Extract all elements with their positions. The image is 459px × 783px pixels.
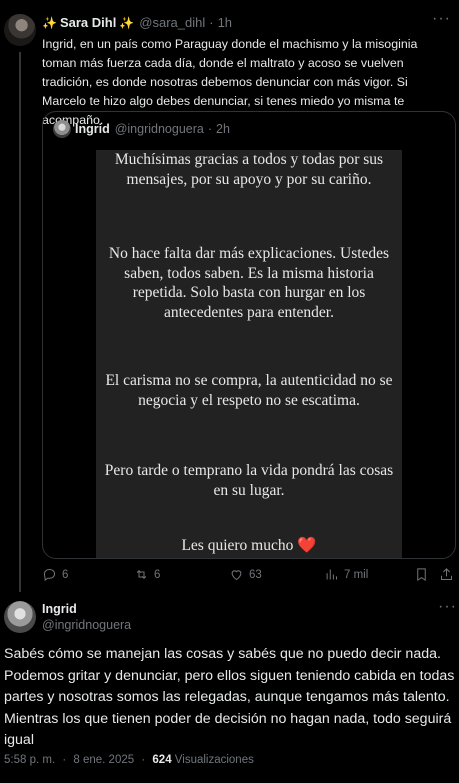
avatar[interactable] [4, 601, 36, 633]
share-button[interactable] [439, 567, 459, 582]
more-options-button[interactable]: ··· [432, 10, 451, 28]
tweet-time[interactable]: 5:58 p. m. [4, 754, 55, 766]
quoted-tweet[interactable]: Ingrid @ingridnoguera · 2h Muchísimas gr… [42, 111, 456, 559]
bookmark-icon [417, 568, 426, 582]
author-name[interactable]: Sara Dihl [60, 15, 116, 30]
repost-button[interactable]: 6 [134, 567, 160, 582]
quoted-author-name: Ingrid [75, 122, 110, 136]
reply-tweet-header: Ingrid @ingridnoguera ··· [0, 598, 459, 638]
quoted-tweet-time: 2h [216, 122, 230, 136]
bar-chart-icon [326, 569, 337, 580]
separator-dot: · [207, 122, 213, 136]
story-paragraph: No hace falta dar más explicaciones. Ust… [108, 245, 390, 321]
tweet-date[interactable]: 8 ene. 2025 [73, 754, 134, 766]
views-count: 624 [152, 754, 172, 766]
heart-icon [231, 570, 242, 581]
share-icon [441, 568, 452, 580]
sparkle-emoji-icon: ✨ [119, 15, 135, 30]
tweet-header: ✨ Sara Dihl ✨ @sara_dihl · 1h [42, 15, 232, 30]
tweet-meta: 5:58 p. m. · 8 ene. 2025 · 624 Visualiza… [4, 754, 254, 766]
reply-count: 6 [62, 568, 69, 581]
tweet-actions: 6 6 63 7 mil [42, 567, 454, 587]
author-handle[interactable]: @sara_dihl [139, 15, 205, 30]
bookmark-button[interactable] [414, 567, 434, 582]
sparkle-emoji-icon: ✨ [42, 15, 57, 30]
repost-icon [136, 570, 147, 579]
separator-dot: · [62, 754, 67, 766]
more-options-button[interactable]: ··· [438, 598, 457, 616]
story-paragraph: Muchísimas gracias a todos y todas por s… [114, 151, 384, 188]
views-button[interactable]: 7 mil [324, 567, 368, 582]
separator-dot: · [209, 15, 214, 30]
reply-button[interactable]: 6 [42, 567, 68, 582]
heart-icon: ❤️ [297, 537, 317, 554]
quoted-tweet-header: Ingrid @ingridnoguera · 2h [53, 120, 230, 138]
main-tweet[interactable]: ✨ Sara Dihl ✨ @sara_dihl · 1h ··· Ingrid… [0, 0, 459, 594]
views-count: 7 mil [344, 568, 369, 581]
reply-author-name[interactable]: Ingrid [42, 602, 77, 616]
story-image[interactable]: Muchísimas gracias a todos y todas por s… [96, 150, 402, 558]
reply-author-handle[interactable]: @ingridnoguera [42, 618, 131, 632]
avatar [53, 120, 71, 138]
story-paragraph-last: Les quiero mucho ❤️ [96, 536, 402, 556]
story-paragraph: Pero tarde o temprano la vida pondrá las… [104, 462, 394, 499]
reply-icon [43, 568, 56, 582]
reply-tweet-text: Sabés cómo se manejan las cosas y sabés … [4, 646, 455, 748]
story-paragraph: El carisma no se compra, la autenticidad… [105, 372, 393, 409]
quoted-author-handle: @ingridnoguera [114, 122, 204, 136]
like-count: 63 [249, 568, 262, 581]
separator-dot: · [141, 754, 146, 766]
avatar[interactable] [4, 14, 36, 46]
views-label: Visualizaciones [174, 754, 254, 766]
repost-count: 6 [154, 568, 161, 581]
thread-line [19, 52, 21, 592]
tweet-time[interactable]: 1h [218, 15, 232, 30]
story-closing-text: Les quiero mucho [181, 537, 294, 554]
like-button[interactable]: 63 [229, 567, 262, 582]
